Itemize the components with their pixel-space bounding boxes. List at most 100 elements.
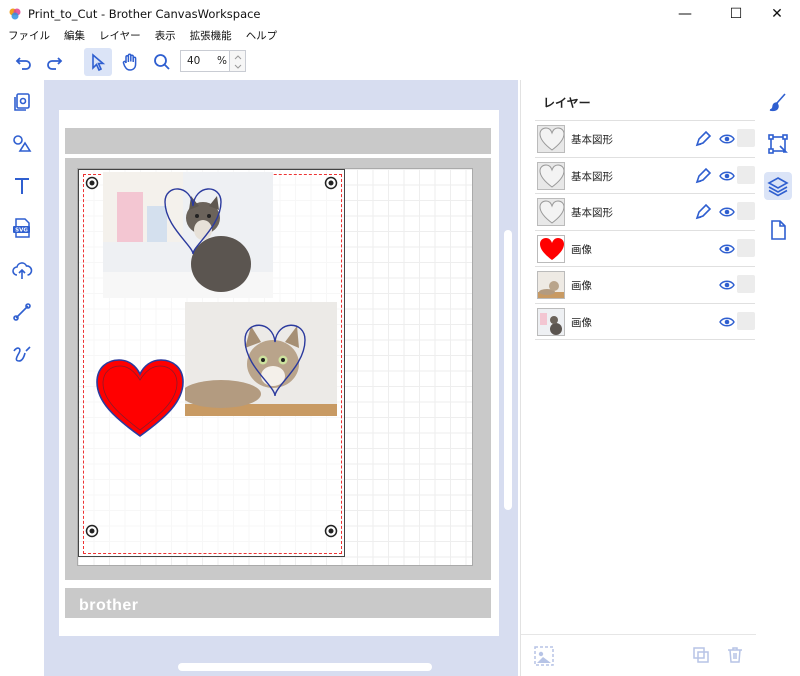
freehand-draw-icon	[13, 346, 31, 362]
undo-icon	[15, 57, 31, 70]
line-tool-button[interactable]	[8, 298, 36, 326]
template-button[interactable]	[8, 88, 36, 116]
vertical-scrollbar[interactable]	[504, 230, 512, 510]
layer-name: 基本図形	[571, 134, 613, 146]
pen-icon[interactable]	[693, 129, 713, 149]
canvas-area[interactable]: brother	[44, 80, 518, 676]
toolbar	[0, 44, 800, 80]
mat-grid-area	[77, 168, 473, 566]
line-tool-icon	[13, 303, 31, 321]
undo-button[interactable]	[10, 48, 38, 76]
maximize-button[interactable]: ☐	[713, 0, 759, 28]
redo-icon	[47, 57, 63, 70]
svg-import-button[interactable]: SVG	[8, 214, 36, 242]
layer-thumbnail	[537, 198, 565, 226]
horizontal-scrollbar[interactable]	[44, 660, 518, 676]
draw-tool-button[interactable]	[8, 340, 36, 368]
layer-row[interactable]: 基本図形	[535, 121, 755, 158]
text-button[interactable]	[8, 172, 36, 200]
layer-row[interactable]: 画像	[535, 304, 755, 340]
zoom-unit: %	[217, 55, 227, 67]
menu-extensions[interactable]: 拡張機能	[182, 26, 238, 44]
horizontal-scroll-thumb[interactable]	[178, 663, 432, 671]
layer-thumbnail	[537, 271, 565, 299]
redo-button[interactable]	[40, 48, 68, 76]
layer-name: 基本図形	[571, 207, 613, 219]
eye-icon[interactable]	[719, 314, 735, 330]
lock-toggle[interactable]	[737, 238, 755, 257]
menu-view[interactable]: 表示	[147, 26, 182, 44]
menu-help[interactable]: ヘルプ	[238, 26, 284, 44]
pen-icon[interactable]	[693, 202, 713, 222]
menu-edit[interactable]: 編集	[56, 26, 91, 44]
lock-toggle[interactable]	[737, 129, 755, 147]
cloud-upload-icon	[12, 262, 33, 279]
brother-logo: brother	[79, 597, 139, 614]
layer-row[interactable]: 画像	[535, 267, 755, 304]
zoom-tool-button[interactable]	[148, 48, 176, 76]
menu-layer[interactable]: レイヤー	[91, 26, 147, 44]
cat-photo-icon	[540, 312, 562, 335]
eye-icon[interactable]	[719, 241, 735, 257]
shapes-button[interactable]	[8, 130, 36, 158]
title-bar: Print_to_Cut - Brother CanvasWorkspace —…	[0, 0, 800, 28]
layer-panel-title: レイヤー	[543, 96, 591, 110]
red-heart-shape[interactable]	[95, 358, 185, 440]
shapes-icon	[13, 135, 32, 152]
lock-toggle[interactable]	[737, 165, 755, 184]
select-tool-button[interactable]	[84, 48, 112, 76]
registration-mark-icon	[324, 176, 338, 190]
layer-row[interactable]: 基本図形	[535, 194, 755, 231]
zoom-value: 40	[187, 55, 201, 67]
page-settings-button[interactable]	[764, 216, 792, 244]
heart-outline-icon	[539, 163, 564, 188]
eye-icon[interactable]	[719, 131, 735, 147]
eye-icon[interactable]	[719, 168, 735, 184]
eye-icon[interactable]	[719, 204, 735, 220]
registration-mark-icon	[324, 524, 338, 538]
layer-panel: レイヤー 基本図形 基本図形 基本図形 画像 画像 画像	[520, 80, 757, 676]
magnifier-icon	[154, 54, 170, 70]
group-image-icon[interactable]	[533, 645, 555, 667]
hand-icon	[122, 53, 137, 71]
object-edit-button[interactable]	[764, 130, 792, 158]
registration-mark-icon	[85, 524, 99, 538]
svg-text:SVG: SVG	[15, 228, 28, 234]
minimize-button[interactable]: —	[662, 0, 708, 28]
layer-thumbnail	[537, 125, 565, 153]
layer-row[interactable]: 画像	[535, 231, 755, 267]
cursor-arrow-icon	[92, 53, 106, 72]
heart-outline-icon	[539, 200, 564, 224]
cat-photo-1[interactable]	[103, 172, 273, 298]
cat-photo-2[interactable]	[185, 302, 337, 416]
heart-outline-icon	[539, 127, 564, 151]
lock-toggle[interactable]	[737, 311, 755, 330]
layer-name: 画像	[571, 280, 592, 292]
color-brush-button[interactable]	[764, 88, 792, 116]
close-button[interactable]: ✕	[754, 0, 800, 28]
zoom-input[interactable]: 40 %	[180, 50, 230, 72]
cat-photo-icon	[538, 281, 564, 298]
pen-icon[interactable]	[693, 166, 713, 186]
svg-file-icon: SVG	[13, 218, 30, 238]
left-tool-rail: SVG	[0, 80, 44, 676]
upload-button[interactable]	[8, 256, 36, 284]
lock-toggle[interactable]	[737, 202, 755, 220]
duplicate-icon[interactable]	[691, 645, 711, 665]
layers-icon	[767, 177, 789, 197]
menu-file[interactable]: ファイル	[0, 26, 56, 44]
layer-thumbnail	[537, 307, 565, 336]
zoom-stepper[interactable]	[230, 50, 246, 72]
eye-icon[interactable]	[719, 277, 735, 293]
layer-list: 基本図形 基本図形 基本図形 画像 画像 画像	[535, 120, 755, 340]
lock-toggle[interactable]	[737, 275, 755, 293]
layer-name: 画像	[571, 316, 592, 329]
hand-tool-button[interactable]	[116, 48, 144, 76]
app-logo-icon	[9, 8, 21, 20]
menu-bar: ファイル 編集 レイヤー 表示 拡張機能 ヘルプ	[0, 26, 283, 44]
window-title: Print_to_Cut - Brother CanvasWorkspace	[28, 7, 261, 21]
layers-button[interactable]	[764, 172, 792, 200]
trash-icon[interactable]	[725, 645, 745, 665]
layer-row[interactable]: 基本図形	[535, 158, 755, 194]
layer-name: 基本図形	[571, 170, 613, 183]
